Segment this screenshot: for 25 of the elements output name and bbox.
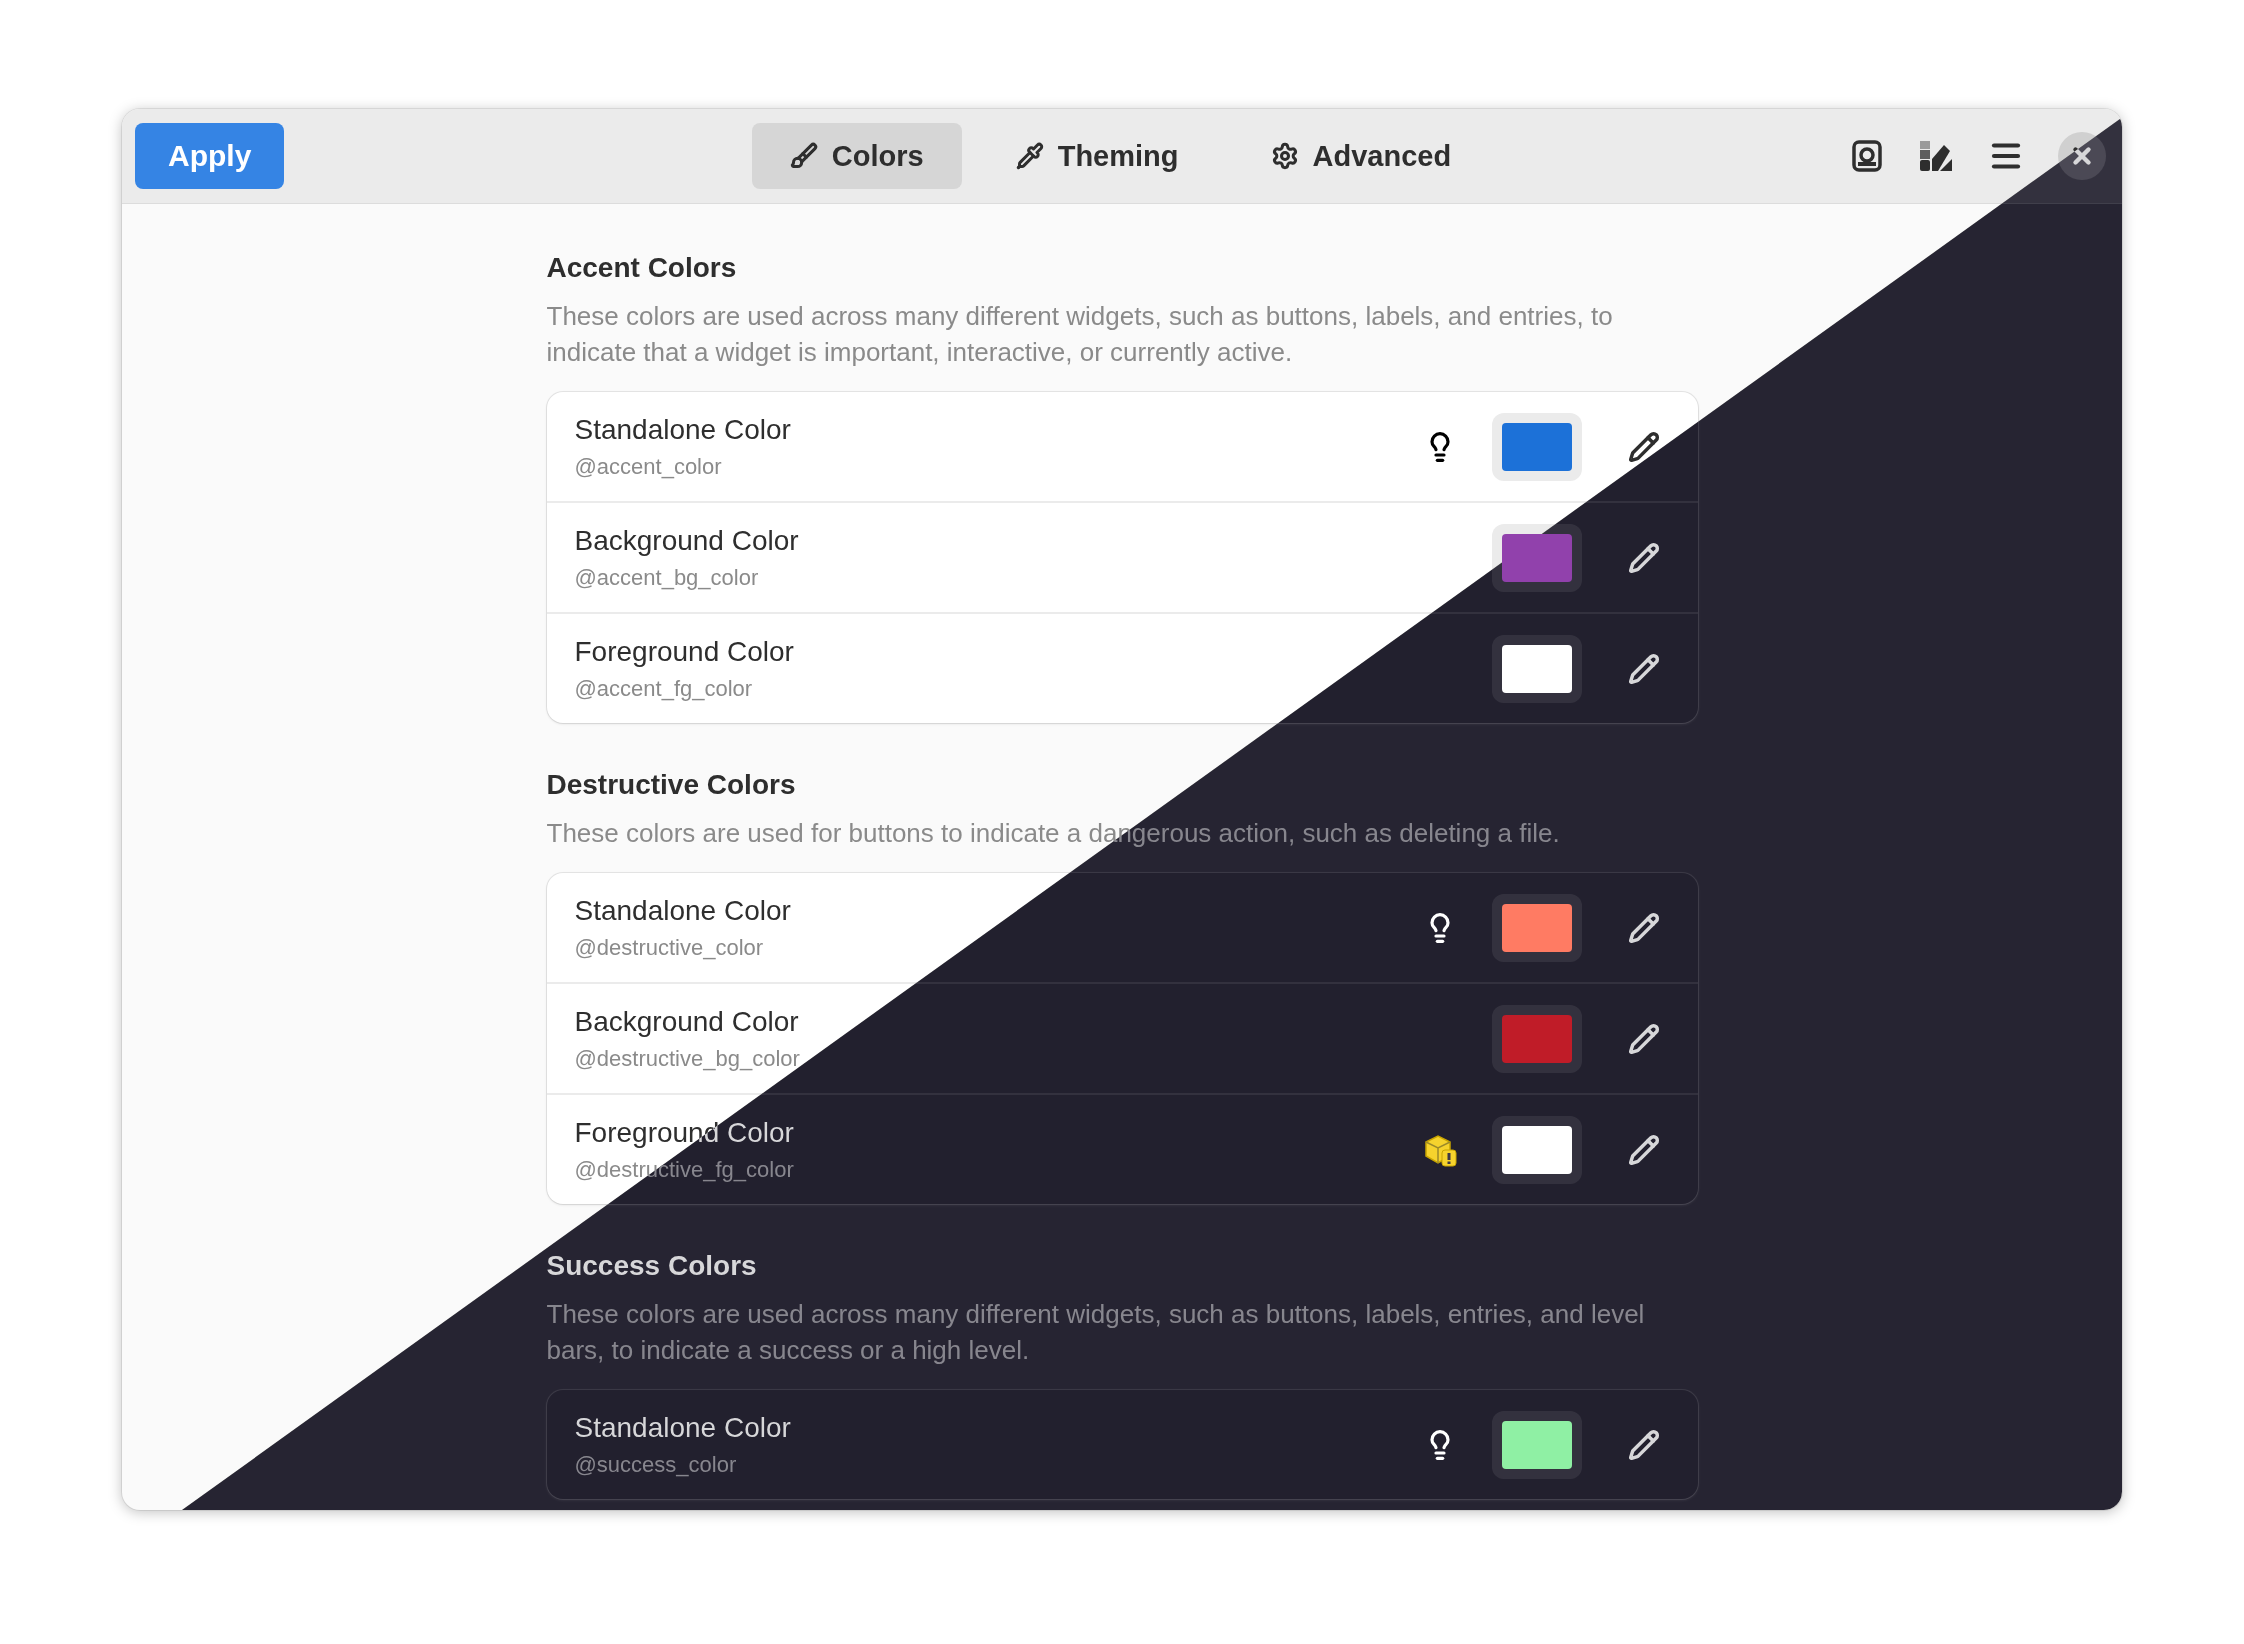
color-name: Standalone Color	[574, 413, 792, 446]
color-name: Foreground Color	[574, 635, 795, 668]
palette-icon[interactable]	[1918, 139, 1954, 173]
variable-name: @accent_color	[574, 453, 723, 480]
section-description: These colors are used across many different widgets, such as buttons, labels, and entries, to indicate that a widget is important, interactive, or currently active.	[546, 300, 1614, 369]
variable-name: @destructive_bg_color	[574, 1045, 801, 1072]
section-title: Success Colors	[546, 1250, 758, 1282]
pipette-icon	[1015, 142, 1044, 170]
section-title: Destructive Colors	[546, 769, 797, 801]
color-name: Standalone Color	[574, 1411, 792, 1444]
settings-icon	[1270, 142, 1299, 170]
section-title: Accent Colors	[546, 252, 738, 284]
variable-name: @accent_bg_color	[574, 564, 760, 591]
color-name: Background Color	[574, 1005, 800, 1038]
brush-icon	[789, 142, 818, 170]
variable-name: @destructive_color	[574, 934, 765, 961]
color-name: Standalone Color	[574, 894, 792, 927]
tab[interactable]: Colors	[751, 123, 962, 189]
variable-name: @success_color	[574, 1451, 738, 1478]
section-description: These colors are used across many different widgets, such as buttons, labels, entries, and level bars, to indicate a success or a high level.	[546, 1298, 1646, 1367]
screenshot-icon[interactable]	[1850, 139, 1884, 173]
variable-name: @accent_fg_color	[574, 675, 754, 702]
color-swatch[interactable]	[1491, 412, 1582, 481]
color-name: Background Color	[574, 524, 800, 557]
apply-button[interactable]: Apply	[135, 123, 285, 189]
